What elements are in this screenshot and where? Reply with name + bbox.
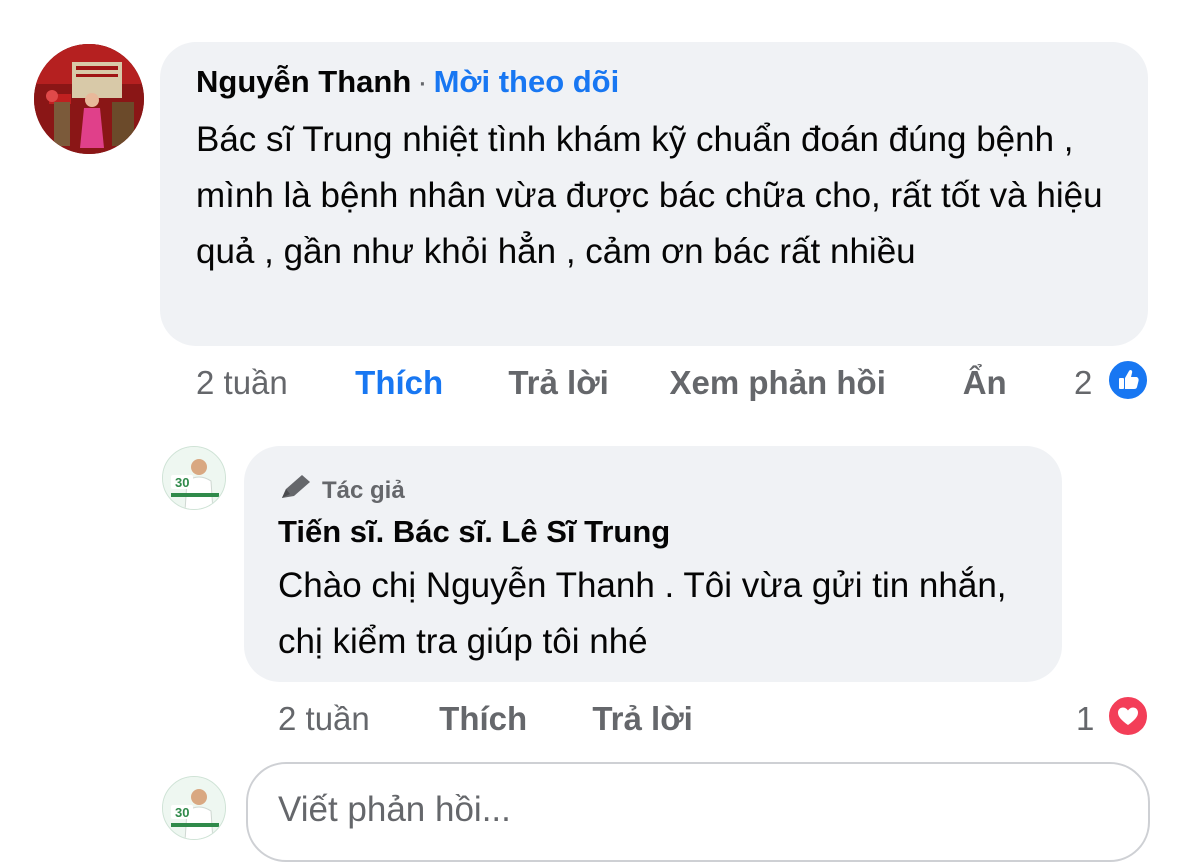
heart-icon[interactable] (1106, 694, 1150, 738)
comment-header: Nguyễn Thanh · Mời theo dõi (196, 64, 619, 100)
composer-avatar-image: 30 (163, 777, 225, 839)
like-button[interactable]: Thích (355, 364, 499, 402)
svg-text:30: 30 (175, 475, 189, 490)
commenter-name[interactable]: Nguyễn Thanh (196, 64, 411, 99)
reply-reply-button[interactable]: Trả lời (592, 700, 693, 738)
reply-time[interactable]: 2 tuần (278, 700, 430, 738)
separator-dot: · (417, 64, 428, 99)
author-badge-label: Tác giả (322, 477, 405, 504)
reply-author-name[interactable]: Tiến sĩ. Bác sĩ. Lê Sĩ Trung (278, 514, 670, 550)
reply-text: Chào chị Nguyễn Thanh . Tôi vừa gửi tin … (278, 566, 1007, 661)
composer-avatar: 30 (162, 776, 226, 840)
reply-input-placeholder: Viết phản hồi... (278, 790, 511, 829)
avatar-photo (34, 44, 144, 154)
see-replies-button[interactable]: Xem phản hồi (670, 364, 954, 402)
svg-text:30: 30 (175, 805, 189, 820)
reply-actions: 2 tuần Thích Trả lời (278, 700, 693, 738)
reply-button[interactable]: Trả lời (508, 364, 660, 402)
reply-input[interactable]: Viết phản hồi... (246, 762, 1150, 862)
pen-icon (282, 475, 310, 498)
commenter-avatar[interactable] (34, 44, 144, 154)
reply-like-button[interactable]: Thích (439, 700, 583, 738)
comment-time[interactable]: 2 tuần (196, 364, 346, 402)
follow-button[interactable]: Mời theo dõi (434, 64, 620, 99)
reaction-count[interactable]: 2 (1074, 364, 1092, 402)
hide-button[interactable]: Ẩn (963, 364, 1007, 402)
comment-text: Bác sĩ Trung nhiệt tình khám kỹ chuẩn đo… (196, 120, 1103, 271)
doctor-avatar[interactable]: 30 (162, 446, 226, 510)
author-badge: Tác giả (278, 472, 405, 505)
like-icon[interactable] (1106, 358, 1150, 402)
doctor-avatar-image: 30 (163, 447, 225, 509)
reply-reaction-count[interactable]: 1 (1076, 700, 1094, 738)
comment-actions: 2 tuần Thích Trả lời Xem phản hồi Ẩn (196, 364, 1007, 402)
